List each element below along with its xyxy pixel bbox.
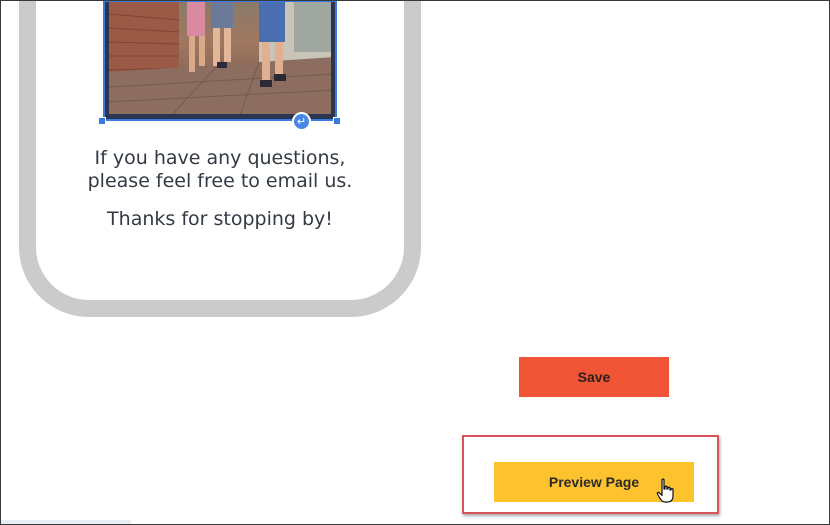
resize-handle-bottom-right[interactable] [333,117,341,125]
thanks-text: Thanks for stopping by! [107,208,333,230]
save-button[interactable]: Save [519,357,669,397]
resize-handle-bottom-left[interactable] [98,117,106,125]
wrap-text-icon[interactable]: ↵ [292,112,311,131]
children-running-photo [109,2,331,114]
scrollbar-track [1,520,131,524]
questions-text: If you have any questions, please feel f… [87,147,353,192]
selected-image[interactable] [103,0,337,121]
preview-page-button[interactable]: Preview Page [494,462,694,502]
